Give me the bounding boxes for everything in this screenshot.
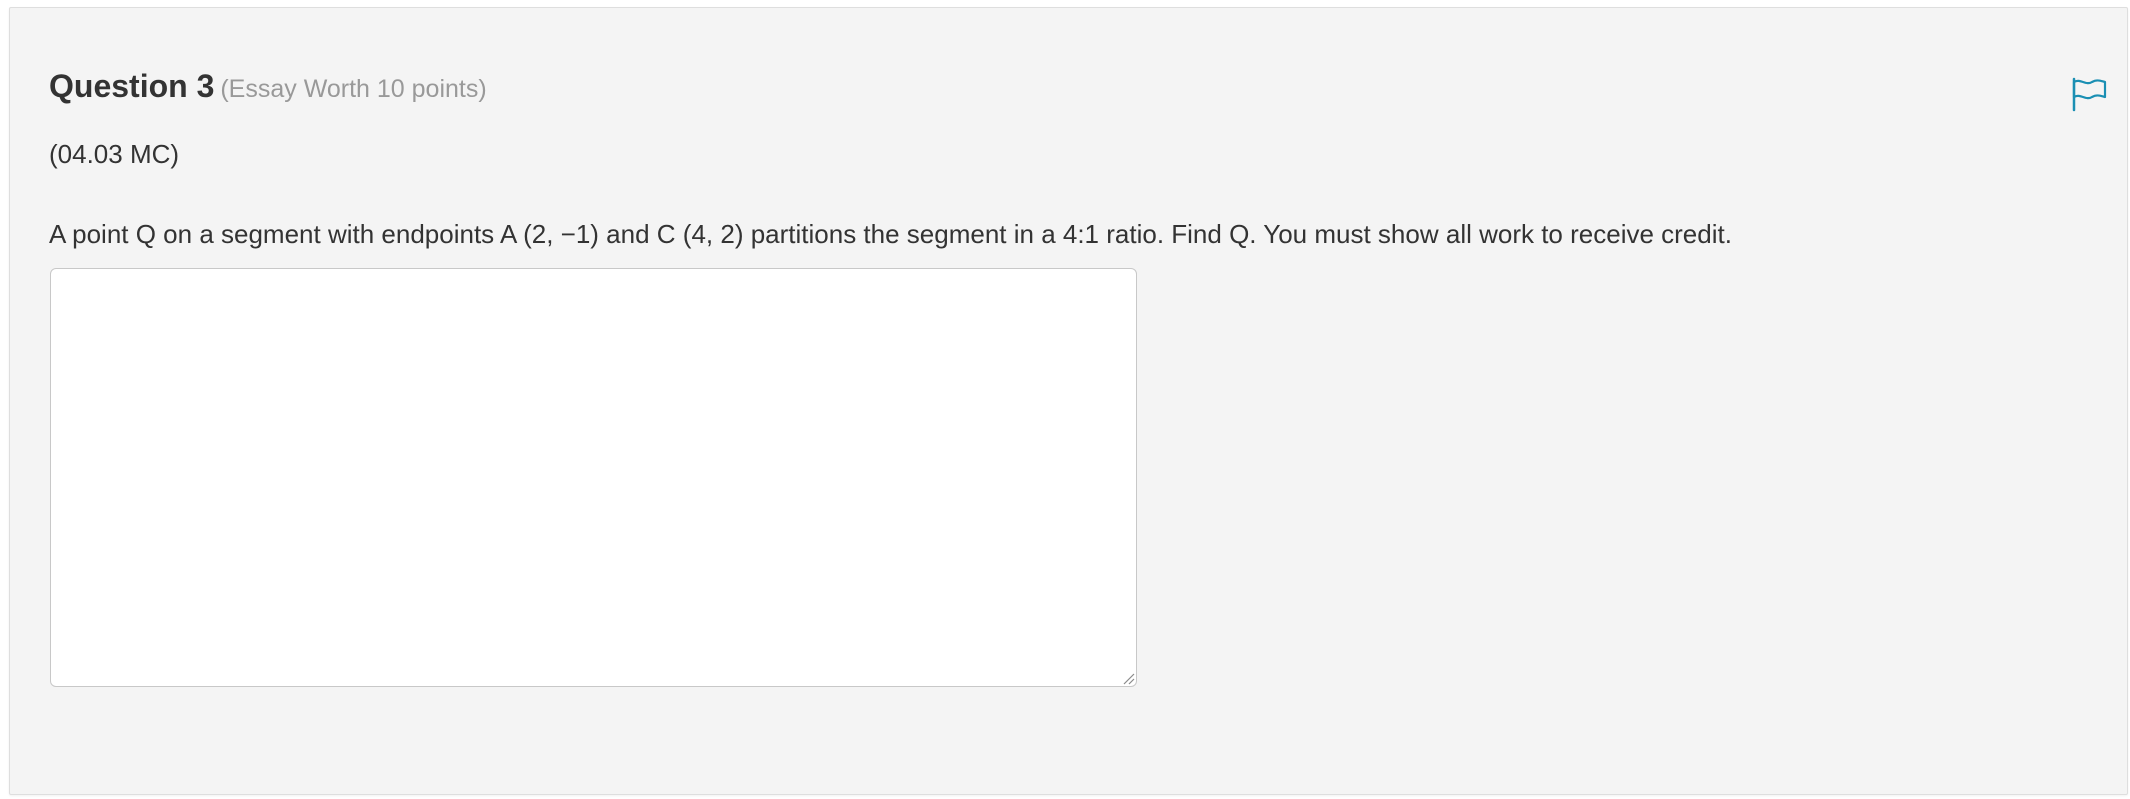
question-prompt: A point Q on a segment with endpoints A … xyxy=(49,219,1732,249)
question-header: Question 3 (Essay Worth 10 points) xyxy=(49,68,487,105)
question-card: Question 3 (Essay Worth 10 points) (04.03… xyxy=(9,7,2128,795)
essay-answer-textarea[interactable] xyxy=(50,268,1137,687)
question-title: Question 3 xyxy=(49,68,215,104)
flag-icon[interactable] xyxy=(2070,76,2108,112)
resize-grip-icon[interactable] xyxy=(1121,671,1135,685)
question-worth: (Essay Worth 10 points) xyxy=(220,75,487,103)
question-code: (04.03 MC) xyxy=(49,139,180,169)
